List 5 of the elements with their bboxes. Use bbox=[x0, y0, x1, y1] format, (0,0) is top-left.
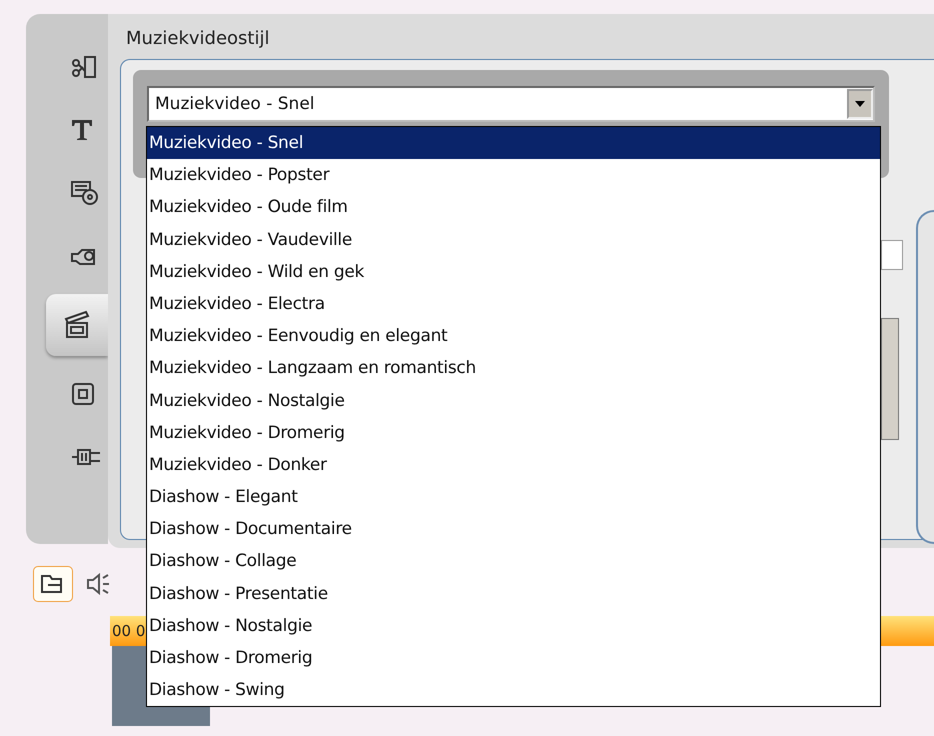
dropdown-value: Muziekvideo - Snel bbox=[155, 94, 315, 114]
timecode: 00 0 bbox=[111, 622, 146, 640]
dropdown-option[interactable]: Muziekvideo - Snel bbox=[147, 127, 880, 160]
style-dropdown[interactable]: Muziekvideo - Snel bbox=[147, 86, 875, 122]
panel-title: Muziekvideostijl bbox=[126, 28, 270, 49]
